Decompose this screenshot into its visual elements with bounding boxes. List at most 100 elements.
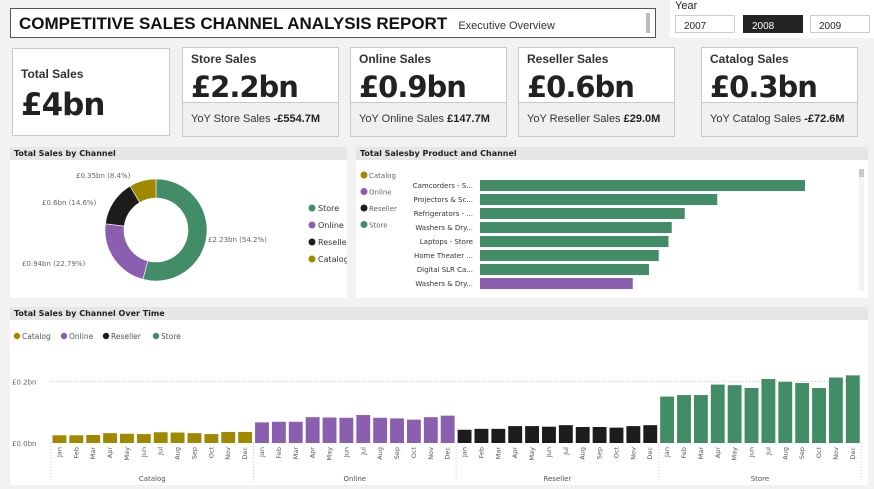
month-tick-label: Aug: [174, 447, 182, 460]
legend-marker-online: [308, 221, 316, 229]
kpi-yoy: YoY Online Sales £147.7M: [351, 102, 506, 136]
month-tick-label: Dec: [241, 447, 249, 460]
kpi-value: £4bn: [21, 87, 105, 123]
legend-marker-catalog: [308, 255, 316, 263]
month-tick-label: Jun: [748, 447, 756, 458]
legend-label: Reseller: [369, 205, 397, 213]
bar-category-label: Washers & Dry...: [415, 280, 473, 288]
time-bar-catalog: [69, 435, 84, 443]
legend-marker-store: [152, 332, 160, 340]
product-bar-chart: Catalog Online Reseller Store Camcorders - S…: [360, 171, 805, 289]
month-tick-label: Apr: [511, 447, 519, 459]
donut-data-label: £2.23bn (54.2%): [208, 236, 267, 244]
month-tick-label: Dec: [849, 447, 857, 460]
time-bar-reseller: [542, 426, 556, 443]
time-bar-online: [255, 422, 269, 443]
time-bar-store: [693, 395, 708, 443]
kpi-label: Online Sales: [359, 52, 432, 66]
legend-label: Catalog: [318, 255, 347, 264]
month-tick-label: Jul: [764, 447, 772, 456]
y-tick-label: £0.0bn: [12, 440, 36, 448]
year-slicer-label: Year: [675, 0, 698, 12]
year-option-2007[interactable]: 2007: [675, 15, 735, 33]
sales-by-channel-panel: Total Sales by Channel £2.23bn (54.2%) £0…: [10, 147, 347, 298]
yoy-value: £147.7M: [447, 113, 490, 125]
month-tick-label: Jun: [140, 447, 148, 458]
kpi-label: Catalog Sales: [710, 52, 789, 66]
legend-marker-online: [60, 332, 68, 340]
sales-by-product-panel: Total Salesby Product and Channel Catalo…: [356, 147, 868, 298]
month-tick-label: Feb: [275, 447, 283, 459]
year-option-2008[interactable]: 2008: [743, 15, 803, 33]
title-scrollbar[interactable]: [646, 13, 650, 33]
month-tick-label: Mar: [697, 447, 705, 460]
legend-label: Reseller: [318, 238, 347, 247]
month-tick-label: Oct: [815, 447, 823, 459]
time-bar-store: [761, 379, 776, 443]
product-bar: [480, 250, 659, 261]
kpi-yoy: YoY Reseller Sales £29.0M: [519, 102, 674, 136]
time-bar-online: [305, 417, 320, 443]
bar-category-label: Projectors & Sc...: [413, 196, 473, 204]
time-bar-reseller: [626, 426, 641, 443]
time-bar-catalog: [103, 433, 118, 443]
kpi-label: Reseller Sales: [527, 52, 609, 66]
scrollbar-thumb[interactable]: [859, 169, 864, 177]
time-bar-store: [677, 395, 691, 443]
yoy-label: YoY Catalog Sales: [710, 113, 802, 125]
bar-category-label: Washers & Dry...: [415, 224, 473, 232]
month-tick-label: Aug: [781, 447, 789, 460]
donut-data-label: £0.35bn (8.4%): [76, 172, 131, 180]
report-title: COMPETITIVE SALES CHANNEL ANALYSIS REPOR…: [19, 14, 448, 33]
time-bar-store: [845, 375, 860, 443]
time-bar-catalog: [238, 431, 253, 443]
legend-marker-reseller: [102, 332, 110, 340]
panel-title: Total Sales by Channel Over Time: [10, 307, 868, 320]
yoy-value: -£72.6M: [804, 113, 845, 125]
time-bar-catalog: [153, 432, 168, 443]
month-tick-label: Oct: [410, 447, 418, 459]
legend-marker-catalog: [13, 332, 21, 340]
time-bar-online: [390, 418, 404, 443]
kpi-value: £0.9bn: [359, 70, 467, 104]
month-tick-label: Sep: [393, 447, 401, 459]
donut-data-label: £0.94bn (22.79%): [22, 260, 86, 268]
yoy-label: YoY Reseller Sales: [527, 113, 621, 125]
time-bar-store: [828, 377, 843, 443]
time-bar-catalog: [86, 435, 101, 443]
kpi-card-catalog: Catalog Sales £0.3bn YoY Catalog Sales -…: [701, 47, 858, 137]
time-bar-catalog: [136, 434, 151, 443]
month-tick-label: Feb: [680, 447, 688, 459]
month-tick-label: Nov: [224, 447, 232, 460]
time-bar-catalog: [221, 431, 236, 443]
kpi-yoy: YoY Store Sales -£554.7M: [183, 102, 338, 136]
time-bar-store: [744, 387, 759, 443]
time-bar-online: [356, 415, 371, 443]
month-tick-label: Apr: [106, 447, 114, 459]
month-tick-label: Jul: [157, 447, 165, 456]
chart-scrollbar[interactable]: [859, 169, 864, 291]
month-tick-label: Feb: [477, 447, 485, 459]
time-bar-catalog: [204, 434, 219, 443]
legend-label: Store: [318, 204, 339, 213]
legend-label: Online: [69, 332, 94, 341]
month-tick-label: Aug: [376, 447, 384, 460]
kpi-value: £2.2bn: [191, 70, 299, 104]
time-bar-online: [440, 415, 455, 443]
yoy-label: YoY Online Sales: [359, 113, 445, 125]
month-tick-label: May: [528, 447, 536, 461]
time-bar-store: [660, 396, 675, 443]
donut-chart: £2.23bn (54.2%) £0.94bn (22.79%) £0.6bn (1…: [22, 172, 347, 282]
legend-label: Catalog: [369, 172, 396, 180]
month-tick-label: Sep: [596, 447, 604, 459]
product-bar: [480, 194, 718, 205]
report-subtitle: Executive Overview: [458, 20, 555, 32]
month-tick-label: Jun: [545, 447, 553, 458]
product-bar: [480, 264, 649, 275]
time-bar-catalog: [187, 433, 202, 443]
year-option-2009[interactable]: 2009: [810, 15, 870, 33]
month-tick-label: Jan: [55, 447, 63, 458]
yoy-label: YoY Store Sales: [191, 113, 271, 125]
month-tick-label: Mar: [89, 447, 97, 460]
legend-marker-reseller: [360, 204, 368, 212]
